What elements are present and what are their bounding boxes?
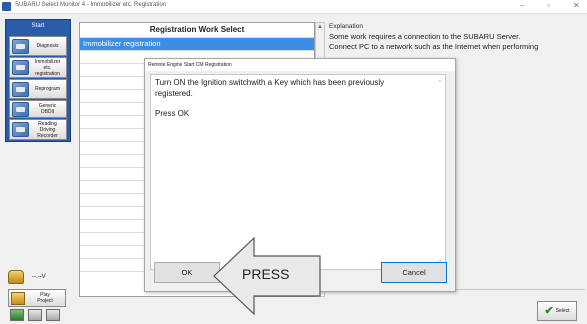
- save-icon[interactable]: [28, 309, 42, 321]
- scroll-up-icon[interactable]: ▲: [316, 24, 324, 30]
- close-button[interactable]: ✕: [573, 1, 580, 11]
- dialog-message-line: Turn ON the Ignition switchwith a Key wh…: [155, 78, 385, 87]
- reprogram-icon: [12, 81, 29, 97]
- reprogram-button[interactable]: Reprogram: [9, 79, 67, 99]
- nav-label: Reading Driving Recorder: [37, 120, 58, 139]
- nav-label: Immobilizer etc. registration: [34, 58, 61, 77]
- start-label: Start: [6, 20, 70, 33]
- explanation-line: Some work requires a connection to the S…: [329, 32, 521, 41]
- app-window: SUBARU Select Monitor 4 - Immobilizer et…: [0, 0, 587, 324]
- car-icon: [8, 270, 24, 284]
- select-label: Select: [555, 308, 570, 314]
- driving-recorder-button[interactable]: Reading Driving Recorder: [9, 119, 67, 140]
- explanation-header: Explanation: [329, 23, 363, 30]
- immobilizer-registration-button[interactable]: Immobilizer etc. registration: [9, 57, 67, 78]
- list-item[interactable]: Immobilizer registration: [80, 37, 314, 50]
- app-icon: [2, 2, 11, 11]
- cancel-button[interactable]: Cancel: [381, 262, 447, 283]
- immobilizer-icon: [12, 60, 29, 75]
- minimize-button[interactable]: –: [520, 1, 524, 11]
- dialog-message-line: registered.: [155, 89, 193, 98]
- network-icon[interactable]: [10, 309, 24, 321]
- checkmark-icon: ✔: [544, 305, 554, 317]
- diagnosis-icon: [12, 38, 29, 54]
- version-text: --.--V: [32, 274, 46, 280]
- work-select-header: Registration Work Select: [149, 25, 245, 34]
- project-icon: [11, 291, 25, 305]
- nav-label: Diagnosis: [36, 43, 59, 49]
- title-bar: SUBARU Select Monitor 4 - Immobilizer et…: [0, 0, 587, 14]
- nav-label: Generic OBDII: [38, 103, 57, 115]
- dialog-instruction: Press OK: [155, 109, 190, 118]
- press-label: PRESS: [242, 266, 290, 282]
- obd-icon: [12, 101, 29, 117]
- press-callout-arrow: PRESS: [212, 236, 324, 316]
- nav-label: Reprogram: [34, 86, 60, 92]
- window-title: SUBARU Select Monitor 4 - Immobilizer et…: [15, 2, 167, 8]
- recorder-icon: [12, 122, 29, 137]
- dialog-title: Remote Engine Start CM Registration: [145, 59, 455, 71]
- restore-button[interactable]: ▫: [547, 1, 550, 11]
- explanation-line: Connect PC to a network such as the Inte…: [329, 42, 539, 51]
- generic-obdii-button[interactable]: Generic OBDII: [9, 100, 67, 118]
- sidebar: Start Diagnosis Immobilizer etc. registr…: [5, 19, 71, 321]
- version-indicator: --.--V: [8, 267, 70, 287]
- print-icon[interactable]: [46, 309, 60, 321]
- message-scroll-up-icon[interactable]: ^: [439, 80, 441, 86]
- select-button[interactable]: ✔ Select: [537, 301, 577, 321]
- play-project-label: Play Project: [37, 292, 53, 304]
- nav-panel: Start Diagnosis Immobilizer etc. registr…: [5, 19, 71, 142]
- play-project-button[interactable]: Play Project: [8, 289, 66, 307]
- bottom-toolbar: [10, 309, 70, 321]
- ok-button[interactable]: OK: [154, 262, 220, 283]
- diagnosis-button[interactable]: Diagnosis: [9, 36, 67, 56]
